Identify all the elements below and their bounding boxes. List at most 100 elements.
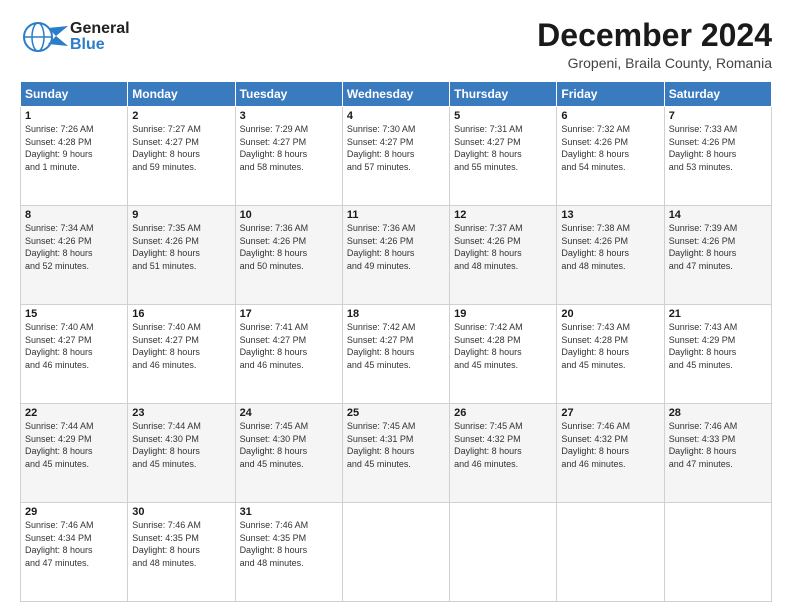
calendar-week-row: 22Sunrise: 7:44 AM Sunset: 4:29 PM Dayli… bbox=[21, 404, 772, 503]
calendar-cell: 19Sunrise: 7:42 AM Sunset: 4:28 PM Dayli… bbox=[450, 305, 557, 404]
day-number: 16 bbox=[132, 308, 230, 320]
calendar-cell: 26Sunrise: 7:45 AM Sunset: 4:32 PM Dayli… bbox=[450, 404, 557, 503]
calendar-cell: 29Sunrise: 7:46 AM Sunset: 4:34 PM Dayli… bbox=[21, 503, 128, 602]
day-info: Sunrise: 7:30 AM Sunset: 4:27 PM Dayligh… bbox=[347, 123, 445, 173]
day-info: Sunrise: 7:46 AM Sunset: 4:35 PM Dayligh… bbox=[240, 519, 338, 569]
calendar-cell: 10Sunrise: 7:36 AM Sunset: 4:26 PM Dayli… bbox=[235, 206, 342, 305]
logo-label: General Blue bbox=[70, 21, 130, 53]
calendar-cell: 17Sunrise: 7:41 AM Sunset: 4:27 PM Dayli… bbox=[235, 305, 342, 404]
calendar-cell: 11Sunrise: 7:36 AM Sunset: 4:26 PM Dayli… bbox=[342, 206, 449, 305]
calendar-cell: 24Sunrise: 7:45 AM Sunset: 4:30 PM Dayli… bbox=[235, 404, 342, 503]
day-number: 2 bbox=[132, 110, 230, 122]
calendar-week-row: 1Sunrise: 7:26 AM Sunset: 4:28 PM Daylig… bbox=[21, 107, 772, 206]
day-info: Sunrise: 7:46 AM Sunset: 4:34 PM Dayligh… bbox=[25, 519, 123, 569]
calendar-cell: 15Sunrise: 7:40 AM Sunset: 4:27 PM Dayli… bbox=[21, 305, 128, 404]
col-thursday: Thursday bbox=[450, 82, 557, 107]
day-info: Sunrise: 7:32 AM Sunset: 4:26 PM Dayligh… bbox=[561, 123, 659, 173]
subtitle: Gropeni, Braila County, Romania bbox=[537, 55, 772, 71]
day-info: Sunrise: 7:40 AM Sunset: 4:27 PM Dayligh… bbox=[25, 321, 123, 371]
day-info: Sunrise: 7:38 AM Sunset: 4:26 PM Dayligh… bbox=[561, 222, 659, 272]
day-number: 21 bbox=[669, 308, 767, 320]
day-number: 11 bbox=[347, 209, 445, 221]
day-number: 27 bbox=[561, 407, 659, 419]
day-number: 26 bbox=[454, 407, 552, 419]
logo-general-text: General bbox=[70, 21, 130, 37]
logo-blue-text: Blue bbox=[70, 37, 130, 53]
calendar-cell: 16Sunrise: 7:40 AM Sunset: 4:27 PM Dayli… bbox=[128, 305, 235, 404]
day-number: 19 bbox=[454, 308, 552, 320]
calendar-week-row: 8Sunrise: 7:34 AM Sunset: 4:26 PM Daylig… bbox=[21, 206, 772, 305]
col-saturday: Saturday bbox=[664, 82, 771, 107]
calendar-cell bbox=[557, 503, 664, 602]
day-number: 29 bbox=[25, 506, 123, 518]
day-number: 30 bbox=[132, 506, 230, 518]
title-block: December 2024 Gropeni, Braila County, Ro… bbox=[537, 18, 772, 71]
day-number: 31 bbox=[240, 506, 338, 518]
day-number: 18 bbox=[347, 308, 445, 320]
day-number: 10 bbox=[240, 209, 338, 221]
calendar-cell: 12Sunrise: 7:37 AM Sunset: 4:26 PM Dayli… bbox=[450, 206, 557, 305]
day-info: Sunrise: 7:44 AM Sunset: 4:29 PM Dayligh… bbox=[25, 420, 123, 470]
day-number: 25 bbox=[347, 407, 445, 419]
day-info: Sunrise: 7:42 AM Sunset: 4:28 PM Dayligh… bbox=[454, 321, 552, 371]
calendar-cell: 6Sunrise: 7:32 AM Sunset: 4:26 PM Daylig… bbox=[557, 107, 664, 206]
day-number: 24 bbox=[240, 407, 338, 419]
day-number: 5 bbox=[454, 110, 552, 122]
day-info: Sunrise: 7:45 AM Sunset: 4:31 PM Dayligh… bbox=[347, 420, 445, 470]
calendar-cell bbox=[664, 503, 771, 602]
day-info: Sunrise: 7:42 AM Sunset: 4:27 PM Dayligh… bbox=[347, 321, 445, 371]
day-number: 9 bbox=[132, 209, 230, 221]
day-info: Sunrise: 7:46 AM Sunset: 4:33 PM Dayligh… bbox=[669, 420, 767, 470]
calendar-cell: 27Sunrise: 7:46 AM Sunset: 4:32 PM Dayli… bbox=[557, 404, 664, 503]
calendar-cell: 22Sunrise: 7:44 AM Sunset: 4:29 PM Dayli… bbox=[21, 404, 128, 503]
day-info: Sunrise: 7:45 AM Sunset: 4:32 PM Dayligh… bbox=[454, 420, 552, 470]
day-number: 6 bbox=[561, 110, 659, 122]
day-number: 12 bbox=[454, 209, 552, 221]
calendar-cell bbox=[450, 503, 557, 602]
calendar-cell: 4Sunrise: 7:30 AM Sunset: 4:27 PM Daylig… bbox=[342, 107, 449, 206]
logo: General Blue bbox=[20, 18, 130, 56]
day-number: 28 bbox=[669, 407, 767, 419]
main-title: December 2024 bbox=[537, 18, 772, 53]
calendar-cell: 8Sunrise: 7:34 AM Sunset: 4:26 PM Daylig… bbox=[21, 206, 128, 305]
day-info: Sunrise: 7:26 AM Sunset: 4:28 PM Dayligh… bbox=[25, 123, 123, 173]
header: General Blue December 2024 Gropeni, Brai… bbox=[20, 18, 772, 71]
calendar-table: Sunday Monday Tuesday Wednesday Thursday… bbox=[20, 81, 772, 602]
day-info: Sunrise: 7:40 AM Sunset: 4:27 PM Dayligh… bbox=[132, 321, 230, 371]
day-number: 4 bbox=[347, 110, 445, 122]
calendar-cell: 23Sunrise: 7:44 AM Sunset: 4:30 PM Dayli… bbox=[128, 404, 235, 503]
col-sunday: Sunday bbox=[21, 82, 128, 107]
day-info: Sunrise: 7:35 AM Sunset: 4:26 PM Dayligh… bbox=[132, 222, 230, 272]
day-number: 8 bbox=[25, 209, 123, 221]
logo-icon bbox=[20, 18, 68, 56]
calendar-cell: 1Sunrise: 7:26 AM Sunset: 4:28 PM Daylig… bbox=[21, 107, 128, 206]
col-wednesday: Wednesday bbox=[342, 82, 449, 107]
day-number: 3 bbox=[240, 110, 338, 122]
page: General Blue December 2024 Gropeni, Brai… bbox=[0, 0, 792, 612]
calendar-cell: 5Sunrise: 7:31 AM Sunset: 4:27 PM Daylig… bbox=[450, 107, 557, 206]
calendar-cell: 31Sunrise: 7:46 AM Sunset: 4:35 PM Dayli… bbox=[235, 503, 342, 602]
day-number: 15 bbox=[25, 308, 123, 320]
col-tuesday: Tuesday bbox=[235, 82, 342, 107]
day-info: Sunrise: 7:36 AM Sunset: 4:26 PM Dayligh… bbox=[347, 222, 445, 272]
calendar-cell: 30Sunrise: 7:46 AM Sunset: 4:35 PM Dayli… bbox=[128, 503, 235, 602]
calendar-cell bbox=[342, 503, 449, 602]
day-info: Sunrise: 7:44 AM Sunset: 4:30 PM Dayligh… bbox=[132, 420, 230, 470]
day-number: 14 bbox=[669, 209, 767, 221]
day-info: Sunrise: 7:46 AM Sunset: 4:35 PM Dayligh… bbox=[132, 519, 230, 569]
col-monday: Monday bbox=[128, 82, 235, 107]
day-info: Sunrise: 7:31 AM Sunset: 4:27 PM Dayligh… bbox=[454, 123, 552, 173]
day-number: 13 bbox=[561, 209, 659, 221]
calendar-cell: 13Sunrise: 7:38 AM Sunset: 4:26 PM Dayli… bbox=[557, 206, 664, 305]
calendar-cell: 18Sunrise: 7:42 AM Sunset: 4:27 PM Dayli… bbox=[342, 305, 449, 404]
day-info: Sunrise: 7:46 AM Sunset: 4:32 PM Dayligh… bbox=[561, 420, 659, 470]
day-number: 1 bbox=[25, 110, 123, 122]
calendar-header-row: Sunday Monday Tuesday Wednesday Thursday… bbox=[21, 82, 772, 107]
calendar-week-row: 15Sunrise: 7:40 AM Sunset: 4:27 PM Dayli… bbox=[21, 305, 772, 404]
calendar-cell: 3Sunrise: 7:29 AM Sunset: 4:27 PM Daylig… bbox=[235, 107, 342, 206]
calendar-week-row: 29Sunrise: 7:46 AM Sunset: 4:34 PM Dayli… bbox=[21, 503, 772, 602]
day-info: Sunrise: 7:43 AM Sunset: 4:29 PM Dayligh… bbox=[669, 321, 767, 371]
day-number: 20 bbox=[561, 308, 659, 320]
day-info: Sunrise: 7:37 AM Sunset: 4:26 PM Dayligh… bbox=[454, 222, 552, 272]
calendar-cell: 9Sunrise: 7:35 AM Sunset: 4:26 PM Daylig… bbox=[128, 206, 235, 305]
